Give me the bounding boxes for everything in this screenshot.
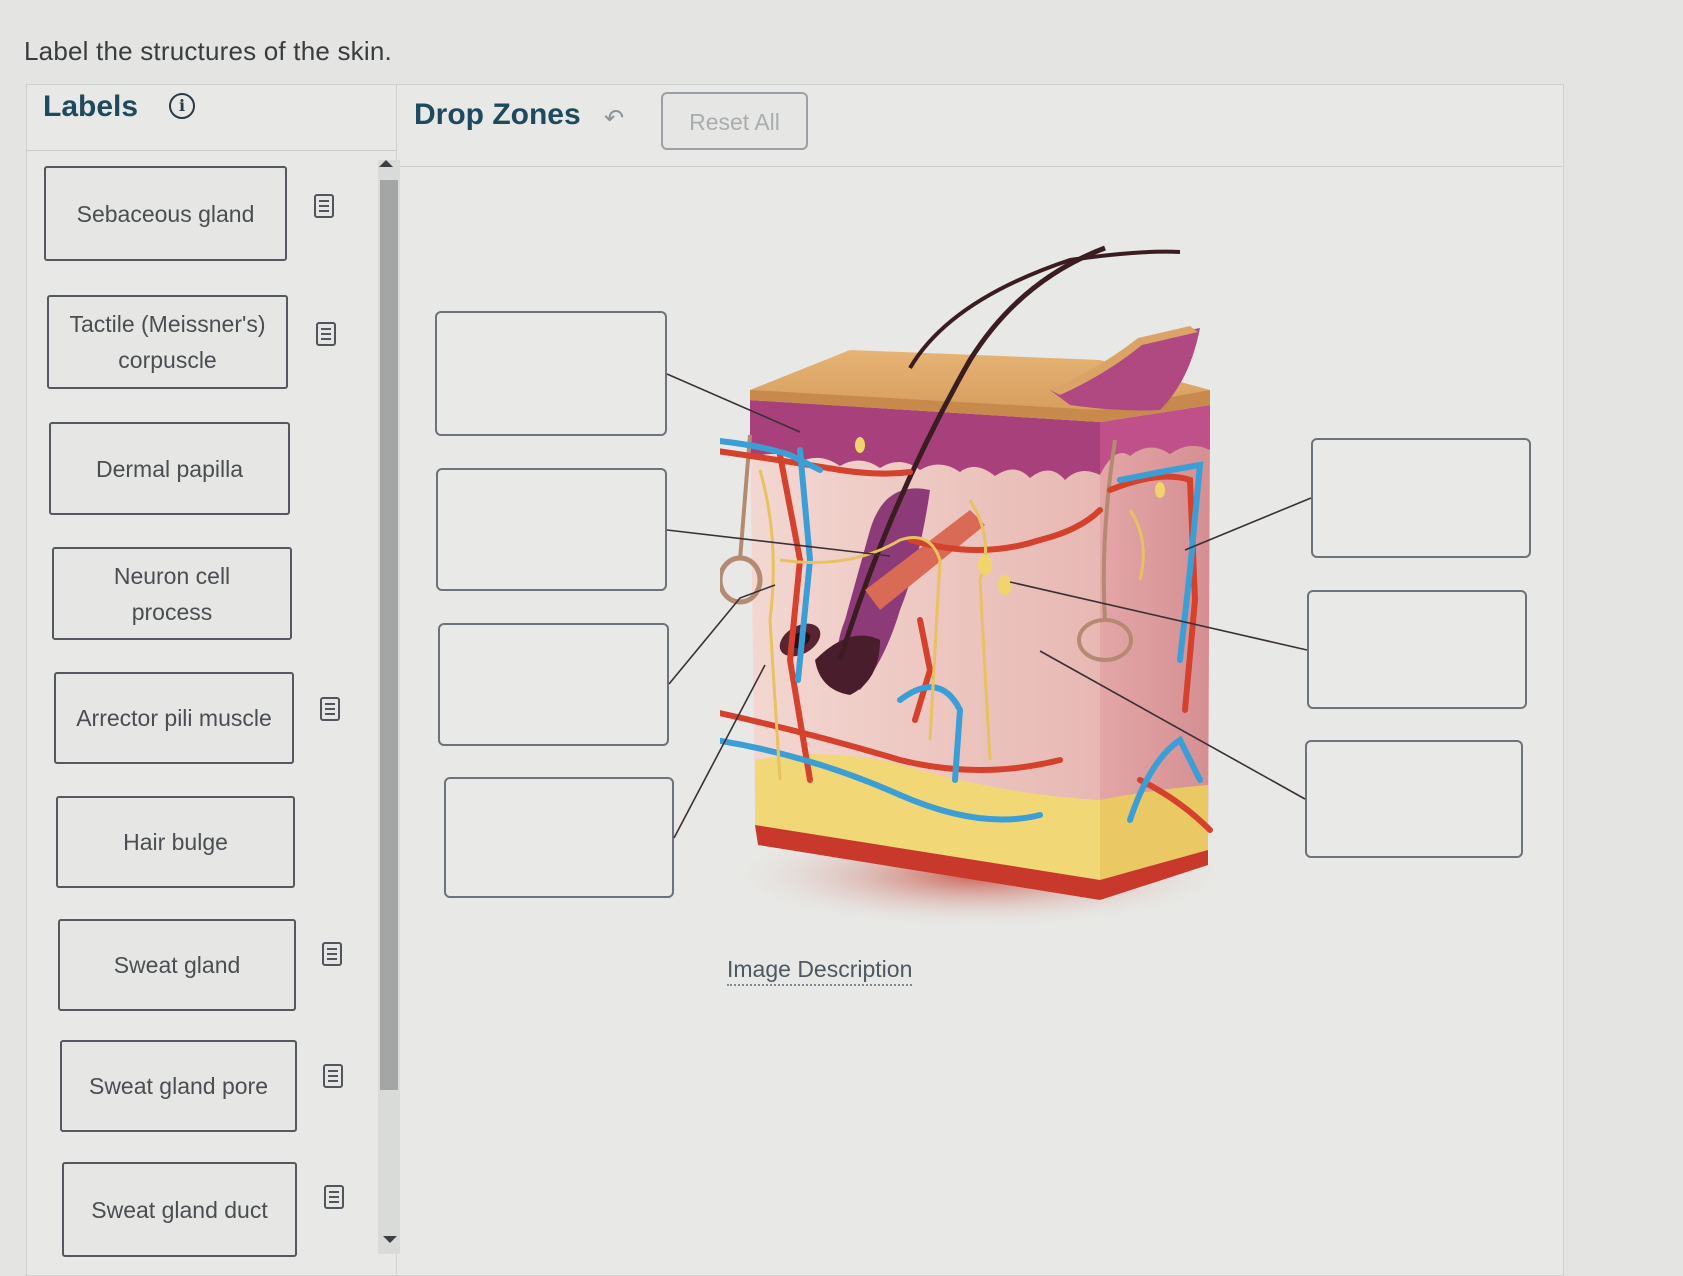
info-icon[interactable]: i	[169, 93, 195, 119]
label-text: Arrector pili muscle	[76, 705, 272, 731]
label-text: Sweat gland	[113, 952, 241, 978]
label-text: Hair bulge	[123, 829, 228, 855]
undo-icon[interactable]: ↶	[604, 104, 624, 133]
document-icon[interactable]	[320, 697, 340, 721]
document-icon[interactable]	[324, 1185, 344, 1209]
label-card-hair-bulge[interactable]: Hair bulge	[56, 796, 295, 888]
label-text: Sweat gland pore	[88, 1073, 268, 1099]
label-card-neuron-cell-process[interactable]: Neuron cell process	[52, 547, 292, 640]
label-text: Sebaceous gland	[76, 200, 255, 227]
reset-all-button[interactable]: Reset All	[661, 92, 808, 150]
document-icon[interactable]	[323, 1064, 343, 1088]
drop-zone-7[interactable]	[1305, 740, 1523, 858]
drop-zone-6[interactable]	[1307, 590, 1527, 709]
label-card-dermal-papilla[interactable]: Dermal papilla	[49, 422, 290, 515]
label-card-sweat-gland[interactable]: Sweat gland	[58, 919, 296, 1011]
label-card-sweat-gland-duct[interactable]: Sweat gland duct	[62, 1162, 297, 1257]
skin-cross-section-figure	[720, 245, 1240, 930]
drop-zone-4[interactable]	[444, 777, 674, 898]
drop-zones-title: Drop Zones	[414, 98, 581, 131]
drop-zone-3[interactable]	[438, 623, 669, 746]
drop-zone-2[interactable]	[436, 468, 667, 591]
document-icon[interactable]	[314, 194, 334, 218]
label-text: Tactile (Meissner's) corpuscle	[69, 311, 266, 373]
image-description-link[interactable]: Image Description	[727, 956, 913, 986]
label-text: Dermal papilla	[95, 455, 243, 482]
scroll-down-arrow-icon[interactable]	[383, 1236, 397, 1243]
question-prompt: Label the structures of the skin.	[24, 36, 392, 66]
document-icon[interactable]	[322, 942, 342, 966]
label-card-sweat-gland-pore[interactable]: Sweat gland pore	[60, 1040, 297, 1132]
label-card-tactile-corpuscle[interactable]: Tactile (Meissner's) corpuscle	[47, 295, 288, 389]
drop-zone-5[interactable]	[1311, 438, 1531, 558]
label-text: Neuron cell process	[113, 562, 231, 625]
drop-zone-1[interactable]	[435, 311, 667, 436]
label-card-arrector-pili-muscle[interactable]: Arrector pili muscle	[54, 672, 294, 764]
document-icon[interactable]	[316, 322, 336, 346]
label-card-sebaceous-gland[interactable]: Sebaceous gland	[44, 166, 287, 261]
label-text: Sweat gland duct	[91, 1196, 268, 1223]
labels-title: Labels	[43, 90, 139, 123]
scrollbar-thumb[interactable]	[380, 180, 398, 1090]
scroll-up-arrow-icon[interactable]	[379, 160, 393, 167]
